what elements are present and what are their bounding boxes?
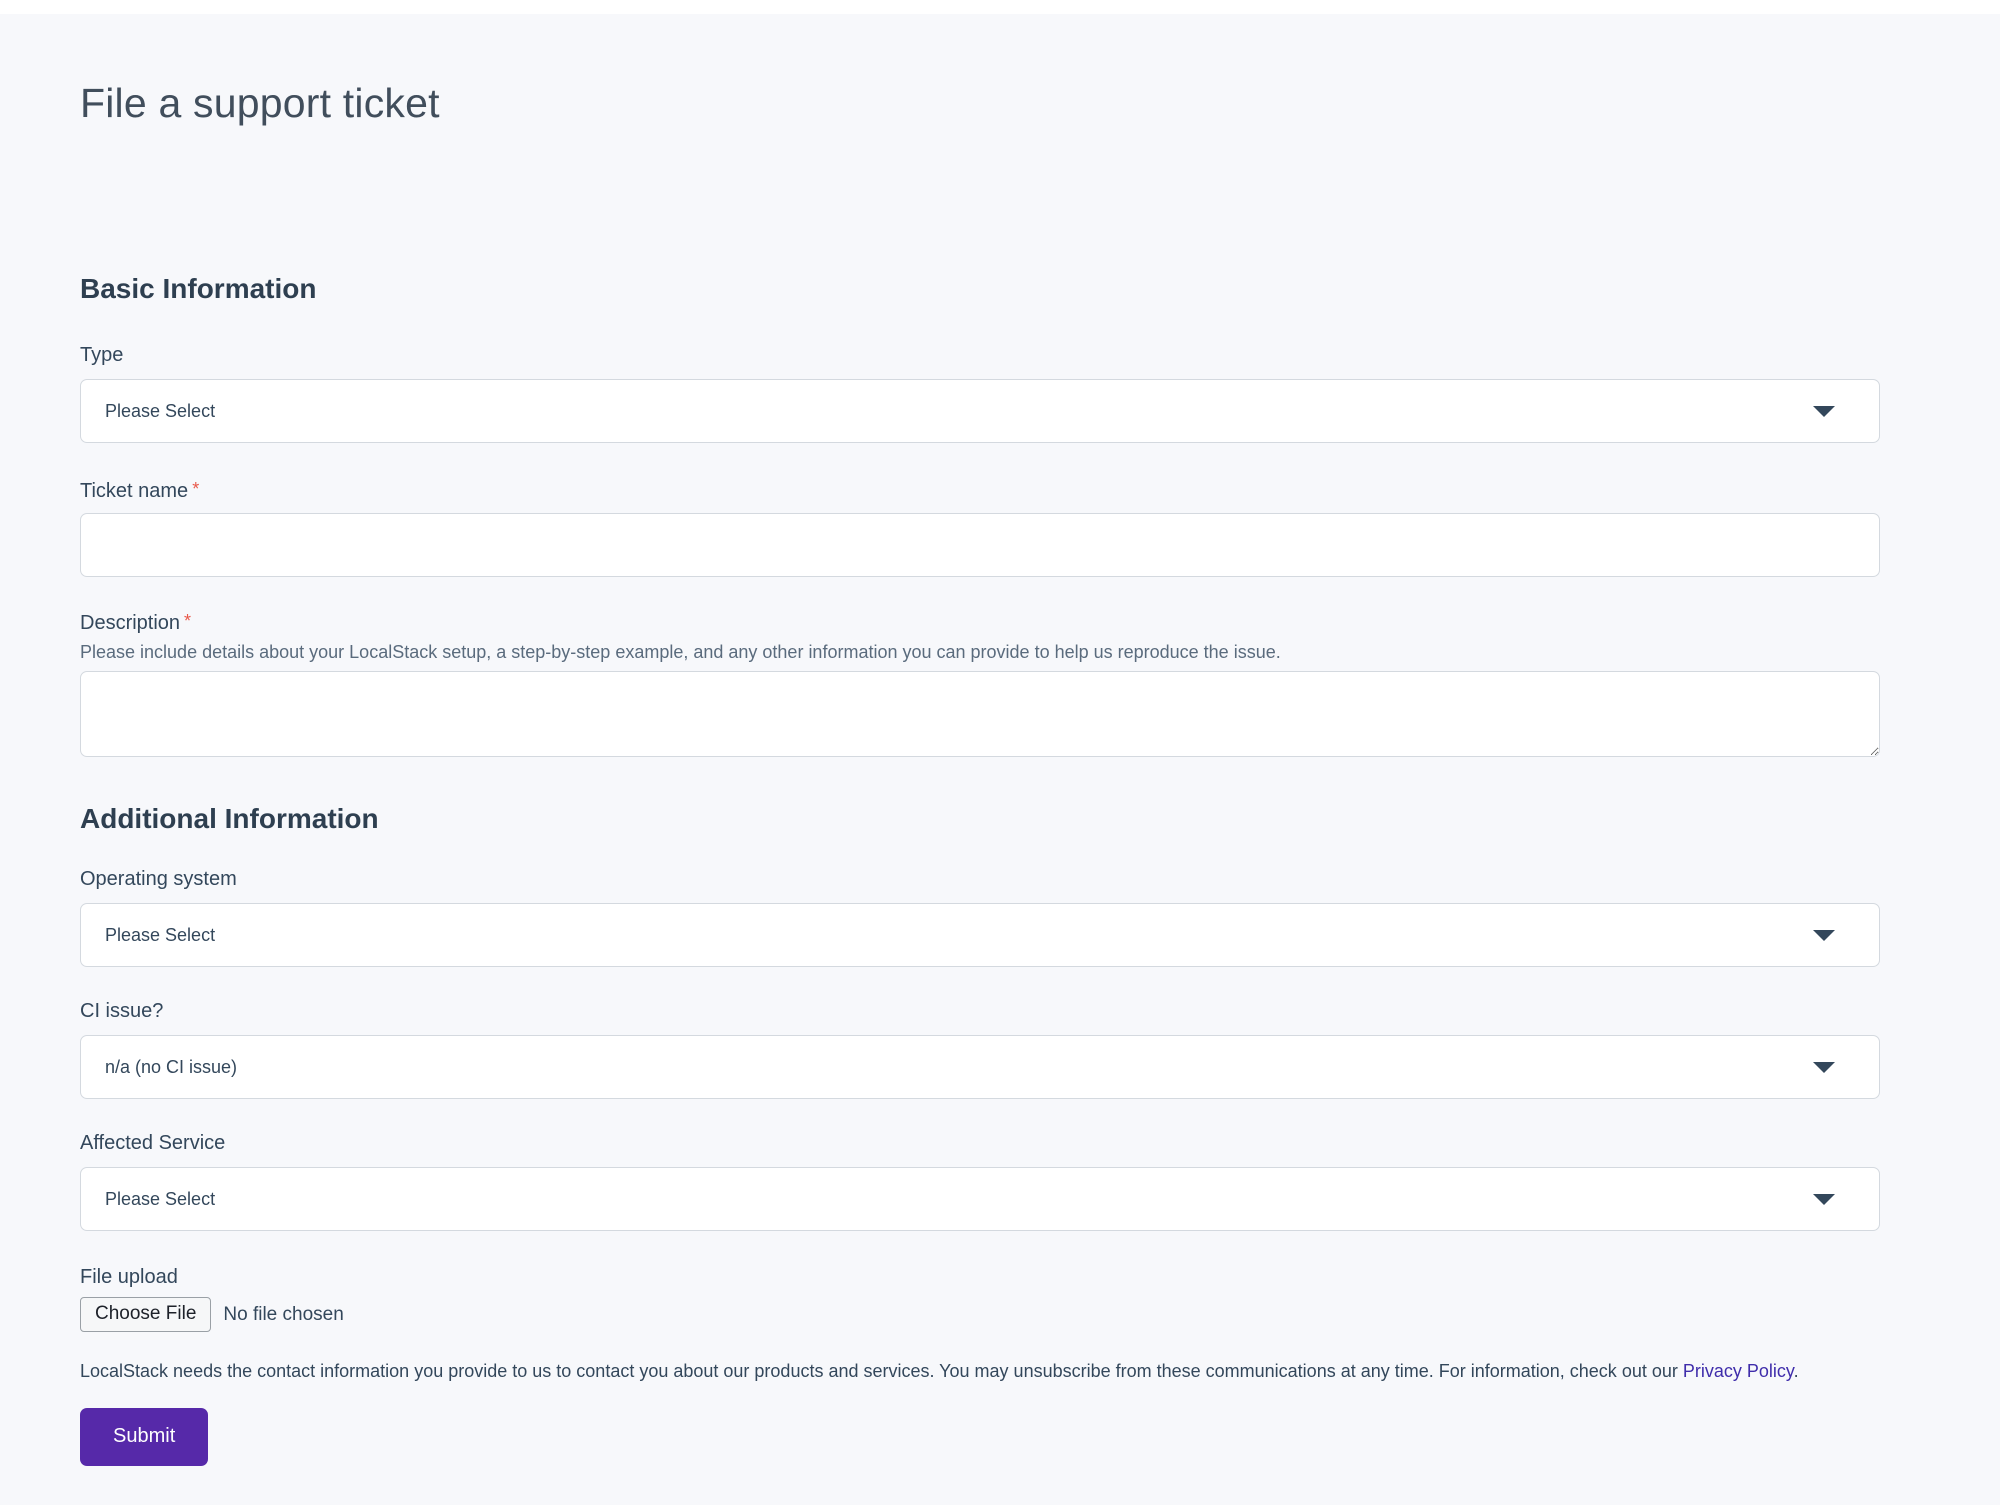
choose-file-button[interactable]: Choose File — [80, 1297, 211, 1332]
type-select[interactable]: Please Select — [80, 379, 1880, 443]
affected-service-label: Affected Service — [80, 1131, 1880, 1155]
file-upload-control: Choose File No file chosen — [80, 1297, 1880, 1332]
ci-issue-select-value: n/a (no CI issue) — [81, 1057, 237, 1078]
description-label: Description* — [80, 609, 1880, 635]
required-asterisk: * — [192, 479, 199, 499]
ticket-name-input[interactable] — [80, 513, 1880, 577]
ticket-name-label: Ticket name* — [80, 477, 1880, 503]
caret-down-icon — [1813, 1062, 1835, 1073]
description-textarea[interactable] — [80, 671, 1880, 757]
form-container: File a support ticket Basic Information … — [0, 14, 2000, 1466]
file-upload-label: File upload — [80, 1265, 1880, 1289]
operating-system-select-value: Please Select — [81, 925, 215, 946]
caret-down-icon — [1813, 930, 1835, 941]
operating-system-label: Operating system — [80, 867, 1880, 891]
required-asterisk: * — [184, 611, 191, 631]
caret-down-icon — [1813, 1194, 1835, 1205]
privacy-policy-link[interactable]: Privacy Policy — [1683, 1361, 1794, 1381]
type-label: Type — [80, 343, 1880, 367]
description-helper-text: Please include details about your LocalS… — [80, 641, 1880, 663]
privacy-text-period: . — [1794, 1361, 1799, 1381]
type-select-value: Please Select — [81, 401, 215, 422]
privacy-notice: LocalStack needs the contact information… — [80, 1360, 1880, 1382]
submit-button[interactable]: Submit — [80, 1408, 208, 1466]
affected-service-select[interactable]: Please Select — [80, 1167, 1880, 1231]
page-title: File a support ticket — [80, 80, 1880, 127]
operating-system-select[interactable]: Please Select — [80, 903, 1880, 967]
support-ticket-page: File a support ticket Basic Information … — [0, 14, 2000, 1505]
caret-down-icon — [1813, 406, 1835, 417]
section-heading-additional-information: Additional Information — [80, 803, 1880, 835]
file-upload-status: No file chosen — [223, 1304, 343, 1326]
ci-issue-label: CI issue? — [80, 999, 1880, 1023]
section-heading-basic-information: Basic Information — [80, 273, 1880, 305]
affected-service-select-value: Please Select — [81, 1189, 215, 1210]
privacy-text: LocalStack needs the contact information… — [80, 1361, 1683, 1381]
ci-issue-select[interactable]: n/a (no CI issue) — [80, 1035, 1880, 1099]
